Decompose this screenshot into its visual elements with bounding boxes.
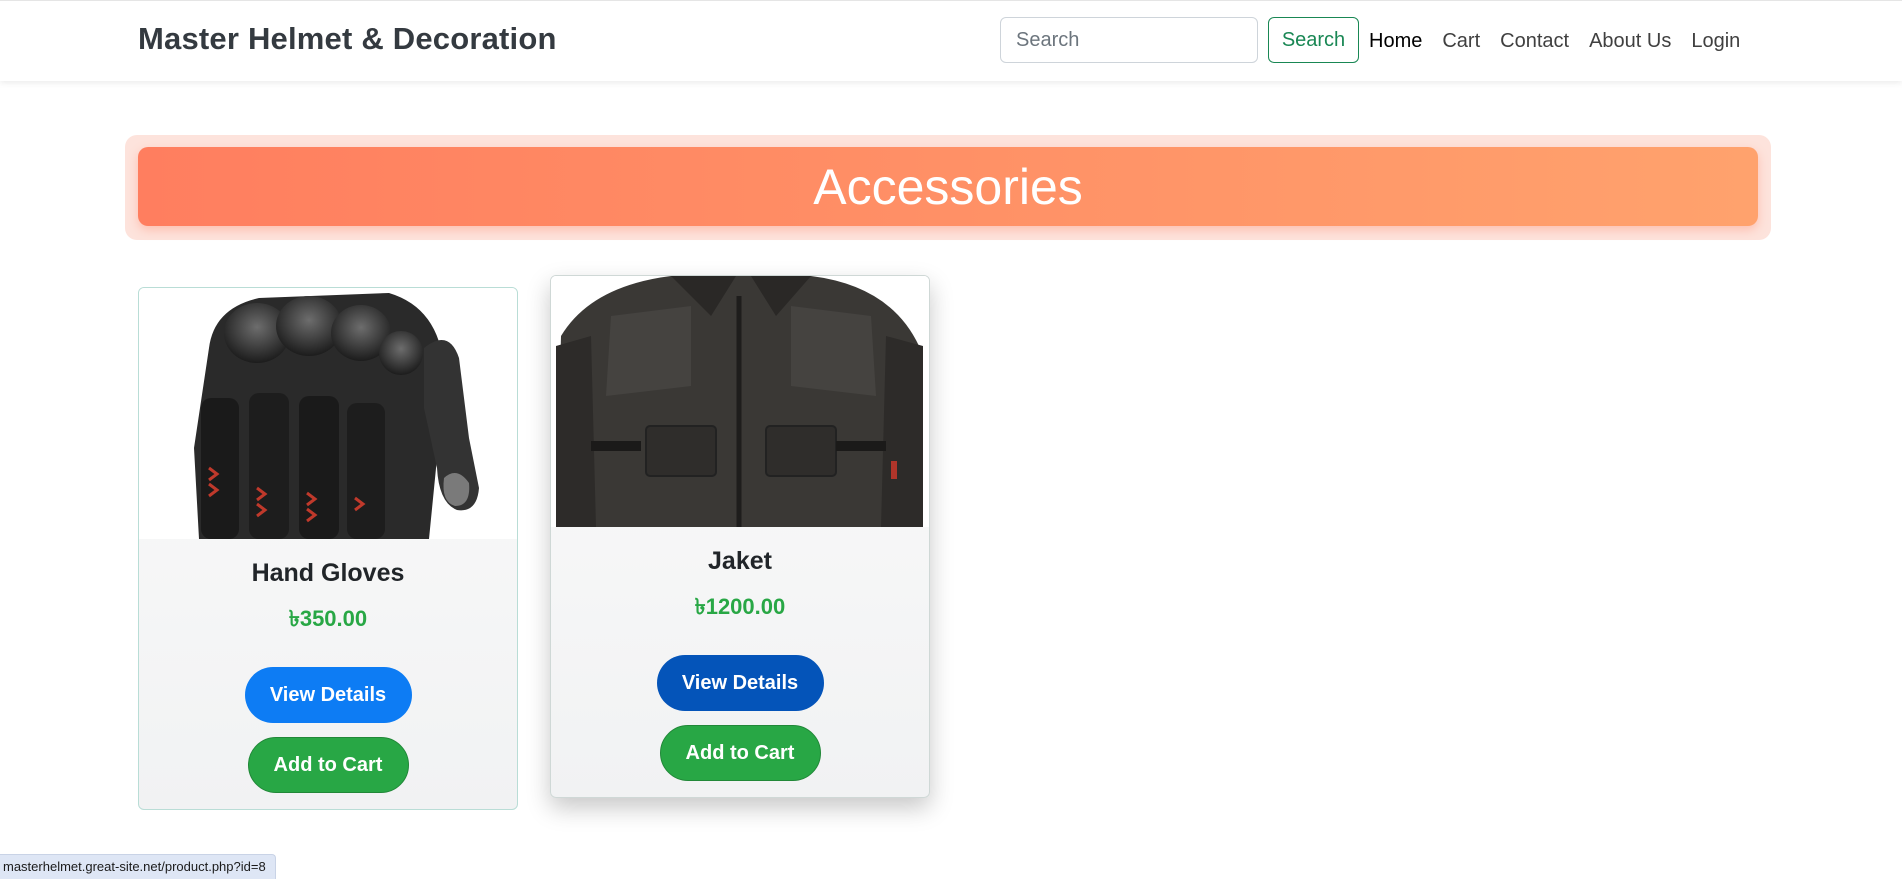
navbar: Master Helmet & Decoration Search Home C… (0, 0, 1902, 81)
add-to-cart-button[interactable]: Add to Cart (247, 737, 409, 793)
product-price: ৳1200.00 (694, 594, 786, 619)
product-price: ৳350.00 (288, 606, 368, 631)
product-card: Hand Gloves ৳350.00 View Details Add to … (138, 287, 518, 810)
status-bar-url: masterhelmet.great-site.net/product.php?… (0, 854, 276, 879)
nav-links: Home Cart Contact About Us Login (1369, 29, 1740, 53)
category-banner: Accessories (138, 147, 1758, 226)
product-card: Jaket ৳1200.00 View Details Add to Cart (550, 275, 930, 798)
product-image[interactable] (139, 288, 517, 539)
search-input[interactable] (1000, 17, 1258, 63)
nav-link-about-us[interactable]: About Us (1589, 29, 1671, 53)
product-name: Hand Gloves (251, 559, 405, 587)
product-name: Jaket (708, 547, 772, 575)
product-image[interactable] (551, 276, 929, 527)
jacket-image (551, 276, 929, 527)
search-button[interactable]: Search (1268, 17, 1359, 63)
nav-link-home[interactable]: Home (1369, 29, 1422, 53)
nav-link-cart[interactable]: Cart (1442, 29, 1480, 53)
nav-link-contact[interactable]: Contact (1500, 29, 1569, 53)
view-details-button[interactable]: View Details (244, 667, 412, 723)
gloves-image (194, 293, 479, 539)
nav-link-login[interactable]: Login (1691, 29, 1740, 53)
add-to-cart-button[interactable]: Add to Cart (659, 725, 821, 781)
site-brand[interactable]: Master Helmet & Decoration (138, 21, 557, 57)
view-details-button[interactable]: View Details (656, 655, 824, 711)
category-title: Accessories (813, 158, 1083, 215)
